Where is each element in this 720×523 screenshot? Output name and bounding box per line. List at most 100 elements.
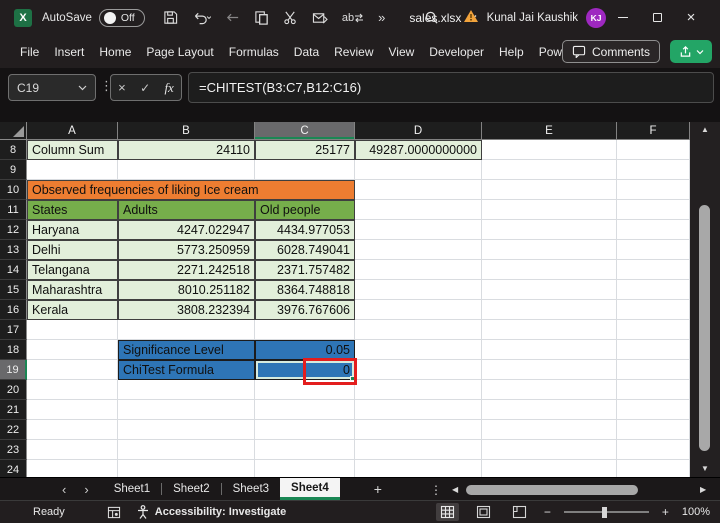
- empty-cell[interactable]: [617, 460, 690, 477]
- user-avatar[interactable]: KJ: [586, 8, 606, 28]
- empty-cell[interactable]: [118, 400, 255, 420]
- tab-data[interactable]: Data: [292, 42, 321, 62]
- zoom-slider[interactable]: [564, 505, 649, 519]
- row-header-16[interactable]: 16: [0, 300, 27, 320]
- undo-icon[interactable]: [192, 10, 211, 25]
- user-name[interactable]: Kunal Jai Kaushik: [487, 12, 578, 24]
- scroll-down-icon[interactable]: ▼: [690, 461, 720, 475]
- empty-cell[interactable]: [482, 220, 617, 240]
- cell-C12[interactable]: 4434.977053: [255, 220, 355, 240]
- empty-cell[interactable]: [27, 360, 118, 380]
- name-box[interactable]: C19: [8, 74, 96, 101]
- cell-A16[interactable]: Kerala: [27, 300, 118, 320]
- empty-cell[interactable]: [617, 180, 690, 200]
- tab-help[interactable]: Help: [497, 42, 526, 62]
- empty-cell[interactable]: [482, 360, 617, 380]
- empty-cell[interactable]: [482, 460, 617, 477]
- cell-A10-table-title[interactable]: Observed frequencies of liking Ice cream: [27, 180, 355, 200]
- save-icon[interactable]: [163, 10, 178, 25]
- empty-cell[interactable]: [355, 320, 482, 340]
- sheet-tab-sheet3[interactable]: Sheet3: [222, 478, 280, 500]
- empty-cell[interactable]: [482, 280, 617, 300]
- row-header-21[interactable]: 21: [0, 400, 27, 420]
- copy-icon[interactable]: [254, 10, 269, 25]
- row-header-24[interactable]: 24: [0, 460, 27, 477]
- cell-C8[interactable]: 25177: [255, 140, 355, 160]
- row-header-12[interactable]: 12: [0, 220, 27, 240]
- row-header-15[interactable]: 15: [0, 280, 27, 300]
- cell-A13[interactable]: Delhi: [27, 240, 118, 260]
- empty-cell[interactable]: [482, 440, 617, 460]
- cell-D8[interactable]: 49287.0000000000: [355, 140, 482, 160]
- empty-cell[interactable]: [617, 440, 690, 460]
- tab-home[interactable]: Home: [97, 42, 133, 62]
- empty-cell[interactable]: [617, 300, 690, 320]
- more-commands-icon[interactable]: »: [378, 10, 385, 25]
- prev-sheet-icon[interactable]: ‹: [62, 482, 66, 497]
- empty-cell[interactable]: [482, 320, 617, 340]
- cell-A11[interactable]: States: [27, 200, 118, 220]
- next-sheet-icon[interactable]: ›: [84, 482, 88, 497]
- empty-cell[interactable]: [27, 380, 118, 400]
- column-header-B[interactable]: B: [118, 122, 255, 140]
- empty-cell[interactable]: [355, 160, 482, 180]
- empty-cell[interactable]: [118, 440, 255, 460]
- empty-cell[interactable]: [27, 420, 118, 440]
- empty-cell[interactable]: [617, 320, 690, 340]
- minimize-button[interactable]: [606, 0, 640, 35]
- cell-B11[interactable]: Adults: [118, 200, 255, 220]
- cell-C13[interactable]: 6028.749041: [255, 240, 355, 260]
- row-header-23[interactable]: 23: [0, 440, 27, 460]
- cell-B12[interactable]: 4247.022947: [118, 220, 255, 240]
- sheet-tab-sheet2[interactable]: Sheet2: [162, 478, 220, 500]
- maximize-button[interactable]: [640, 0, 674, 35]
- empty-cell[interactable]: [617, 160, 690, 180]
- tab-formulas[interactable]: Formulas: [227, 42, 281, 62]
- tab-developer[interactable]: Developer: [427, 42, 486, 62]
- empty-cell[interactable]: [118, 160, 255, 180]
- empty-cell[interactable]: [617, 260, 690, 280]
- add-sheet-button[interactable]: +: [374, 478, 382, 500]
- row-header-20[interactable]: 20: [0, 380, 27, 400]
- column-header-A[interactable]: A: [27, 122, 118, 140]
- empty-cell[interactable]: [118, 380, 255, 400]
- empty-cell[interactable]: [482, 200, 617, 220]
- cell-C15[interactable]: 8364.748818: [255, 280, 355, 300]
- page-break-preview-button[interactable]: [508, 503, 531, 521]
- empty-cell[interactable]: [27, 460, 118, 477]
- vertical-scroll-thumb[interactable]: [699, 205, 710, 451]
- empty-cell[interactable]: [118, 420, 255, 440]
- empty-cell[interactable]: [255, 160, 355, 180]
- empty-cell[interactable]: [617, 380, 690, 400]
- empty-cell[interactable]: [355, 260, 482, 280]
- empty-cell[interactable]: [617, 420, 690, 440]
- macro-record-icon[interactable]: [107, 506, 121, 519]
- cell-C16[interactable]: 3976.767606: [255, 300, 355, 320]
- column-header-E[interactable]: E: [482, 122, 617, 140]
- empty-cell[interactable]: [27, 160, 118, 180]
- cell-B14[interactable]: 2271.242518: [118, 260, 255, 280]
- empty-cell[interactable]: [355, 400, 482, 420]
- back-arrow-icon[interactable]: [225, 10, 240, 25]
- empty-cell[interactable]: [27, 400, 118, 420]
- row-header-11[interactable]: 11: [0, 200, 27, 220]
- share-button[interactable]: [670, 40, 712, 63]
- empty-cell[interactable]: [27, 440, 118, 460]
- empty-cell[interactable]: [617, 200, 690, 220]
- empty-cell[interactable]: [482, 420, 617, 440]
- empty-cell[interactable]: [355, 220, 482, 240]
- autosave-toggle[interactable]: Off: [99, 9, 145, 27]
- cell-B19[interactable]: ChiTest Formula: [118, 360, 255, 380]
- tab-view[interactable]: View: [387, 42, 417, 62]
- empty-cell[interactable]: [355, 280, 482, 300]
- empty-cell[interactable]: [355, 420, 482, 440]
- cell-C14[interactable]: 2371.757482: [255, 260, 355, 280]
- column-header-D[interactable]: D: [355, 122, 482, 140]
- scroll-right-icon[interactable]: ▶: [700, 478, 706, 501]
- empty-cell[interactable]: [355, 380, 482, 400]
- page-layout-view-button[interactable]: [472, 503, 495, 521]
- accessibility-status[interactable]: Accessibility: Investigate: [137, 505, 286, 519]
- column-header-C[interactable]: C: [255, 122, 355, 140]
- formula-input[interactable]: =CHITEST(B3:C7,B12:C16): [188, 72, 714, 103]
- empty-cell[interactable]: [255, 420, 355, 440]
